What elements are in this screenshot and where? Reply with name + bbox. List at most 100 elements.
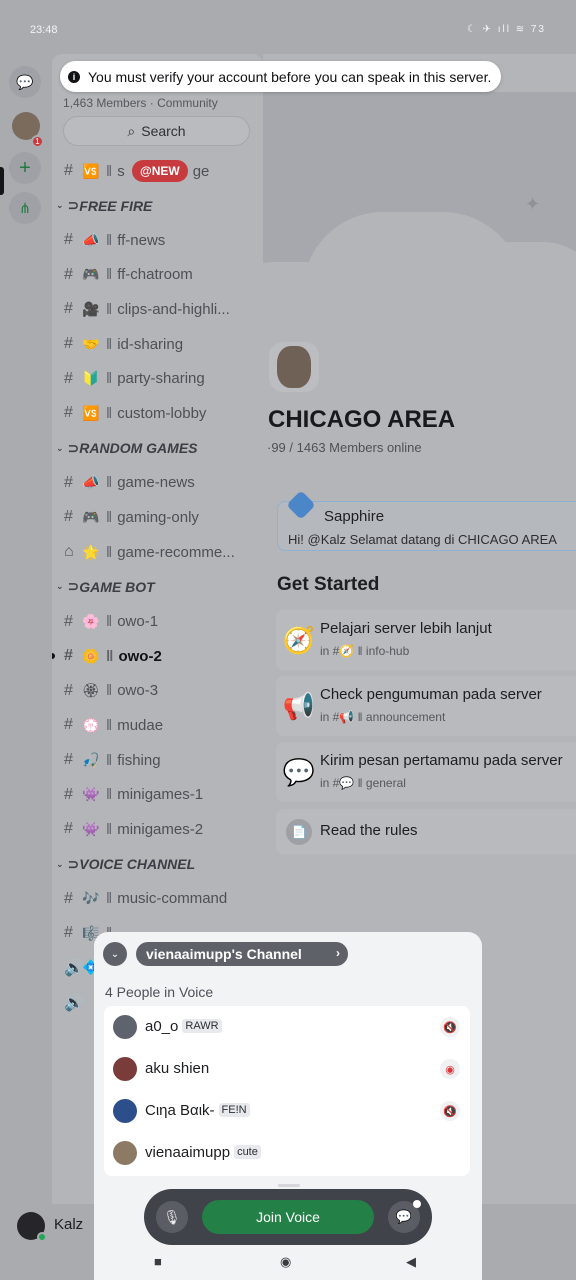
channel-row[interactable]: # 🔰 ‖ party-sharing xyxy=(52,361,263,396)
channel-name: party-sharing xyxy=(117,370,205,388)
channel-name: ff-news xyxy=(117,231,166,249)
chevron-down-icon: ⌄ xyxy=(56,858,64,869)
channel-row[interactable]: ⌂ 🌟 ‖ game-recomme... xyxy=(52,535,263,570)
voice-chat-button[interactable]: 💬 xyxy=(388,1200,421,1233)
channel-row[interactable]: # 🤝 ‖ id-sharing xyxy=(52,327,263,362)
channel-name: minigames-2 xyxy=(117,820,204,838)
channel-row[interactable]: # 🌼 ‖ owo-2 xyxy=(52,639,263,674)
chat-bubble-icon: 💬 xyxy=(16,73,34,90)
channel-row[interactable]: # 🆚 ‖ custom-lobby xyxy=(52,396,263,431)
add-server-button[interactable]: + xyxy=(9,152,41,184)
avatar xyxy=(113,1057,137,1081)
search-label: Search xyxy=(141,123,186,139)
channel-row[interactable]: # 💮 ‖ mudae xyxy=(52,708,263,743)
sapphire-message: Hi! @Kalz Selamat datang di CHICAGO AREA xyxy=(288,532,557,547)
channel-name: owo-1 xyxy=(117,613,159,631)
status-icons: ☾ ✈ ıll ≋ 73 xyxy=(466,24,546,35)
channel-type-icon: 🔊 xyxy=(64,959,84,977)
member-count-line: 1,463 Members · Community xyxy=(63,96,218,110)
search-icon: ⌕ xyxy=(127,122,136,139)
category-header[interactable]: ⌄ ⊃ GAME BOT xyxy=(52,569,263,604)
voice-participant-list: a0_o RAWR 🔇 aku shien ◉ Cιηa Bαιk- FE!N 🔇 … xyxy=(104,1006,470,1176)
onboarding-card-info[interactable]: 🧭 Pelajari server lebih lanjut in #🧭 ‖ i… xyxy=(276,610,576,670)
channel-row[interactable]: # 🌸 ‖ owo-1 xyxy=(52,604,263,639)
channel-row[interactable]: # 👾 ‖ minigames-1 xyxy=(52,777,263,812)
channel-row[interactable]: # 🏵 ‖ owo-3 xyxy=(52,674,263,709)
channel-type-icon: # xyxy=(64,889,73,907)
channel-type-icon: ⌂ xyxy=(64,543,74,561)
category-header[interactable]: ⌄ ⊃ FREE FIRE xyxy=(52,188,263,223)
collapse-button[interactable]: ⌄ xyxy=(103,942,127,966)
microphone-icon: 🎙 xyxy=(163,1208,181,1225)
deafened-icon: 🔇 xyxy=(440,1101,460,1121)
channel-name: gaming-only xyxy=(117,508,199,526)
join-voice-button[interactable]: Join Voice xyxy=(202,1200,374,1234)
channel-row[interactable]: # 🎮 ‖ ff-chatroom xyxy=(52,258,263,293)
channel-type-icon: # xyxy=(64,369,73,387)
android-nav-bar: ■ ◉ ◀ xyxy=(94,1246,482,1280)
server-rail: 💬 1 + ⋔ xyxy=(0,54,52,1204)
channel-row[interactable]: # 📣 ‖ game-news xyxy=(52,466,263,501)
avatar xyxy=(113,1141,137,1165)
get-started-heading: Get Started xyxy=(277,574,380,595)
server-icon-chicago[interactable]: 1 xyxy=(12,112,44,148)
channel-type-icon: # xyxy=(64,508,73,526)
chevron-down-icon: ⌄ xyxy=(56,581,64,592)
chat-icon: 💬 xyxy=(395,1209,413,1224)
chevron-right-icon: › xyxy=(336,946,340,960)
channel-name: mudae xyxy=(117,716,164,734)
selected-server-pill xyxy=(0,167,4,195)
onboarding-card-general[interactable]: 💬 Kirim pesan pertamamu pada server in #… xyxy=(276,742,576,802)
category-header[interactable]: ⌄ ⊃ RANDOM GAMES xyxy=(52,431,263,466)
channel-row[interactable]: # 📣 ‖ ff-news xyxy=(52,223,263,258)
verify-message: You must verify your account before you … xyxy=(88,68,492,85)
sapphire-welcome-card[interactable]: Sapphire Hi! @Kalz Selamat datang di CHI… xyxy=(277,490,576,551)
discover-button[interactable]: ⋔ xyxy=(9,192,41,224)
channel-row[interactable]: # 👾 ‖ minigames-2 xyxy=(52,812,263,847)
compass-icon: 🧭 xyxy=(282,624,316,655)
drag-handle[interactable] xyxy=(278,1184,300,1187)
recents-button[interactable]: ■ xyxy=(154,1254,162,1269)
new-messages-pill[interactable]: @NEW xyxy=(132,160,188,182)
avatar xyxy=(113,1099,137,1123)
channel-name: minigames-1 xyxy=(117,786,204,804)
channel-row[interactable]: # 🎥 ‖ clips-and-highli... xyxy=(52,292,263,327)
channel-type-icon: # xyxy=(64,924,73,942)
onboarding-card-announcement[interactable]: 📢 Check pengumuman pada server in #📢 ‖ a… xyxy=(276,676,576,736)
category-header[interactable]: ⌄ ⊃ VOICE CHANNEL xyxy=(52,847,263,882)
channel-row[interactable]: # 🎮 ‖ gaming-only xyxy=(52,500,263,535)
channel-name: game-news xyxy=(117,474,195,492)
member-count: 1,463 Members xyxy=(63,96,147,110)
server-name: CHICAGO AREA xyxy=(268,406,456,433)
voice-channel-name-button[interactable]: vienaaimupp's Channel › xyxy=(136,942,348,966)
avatar xyxy=(113,1015,137,1039)
channel-type-icon: # xyxy=(64,647,73,665)
search-button[interactable]: ⌕ Search xyxy=(63,116,250,146)
chevron-down-icon: ⌄ xyxy=(56,200,64,210)
status-time: 23:48 xyxy=(30,24,58,36)
online-status-dot xyxy=(37,1232,47,1242)
messages-button[interactable]: 💬 xyxy=(9,66,41,98)
read-rules-card[interactable]: 📄 Read the rules xyxy=(276,809,576,854)
channel-type-icon: # xyxy=(64,231,73,249)
speech-bubble-icon: 💬 xyxy=(282,756,316,787)
back-button[interactable]: ◀ xyxy=(406,1254,416,1270)
voice-participant[interactable]: Cιηa Bαιk- FE!N 🔇 xyxy=(104,1090,470,1132)
voice-participant[interactable]: aku shien ◉ xyxy=(104,1048,470,1090)
voice-participant[interactable]: a0_o RAWR 🔇 xyxy=(104,1006,470,1048)
deafened-icon: 🔇 xyxy=(440,1017,460,1037)
channel-type-icon: # xyxy=(64,751,73,769)
sapphire-name: Sapphire xyxy=(324,508,385,525)
channel-name: ff-chatroom xyxy=(117,266,193,284)
channel-row[interactable]: # 🎣 ‖ fishing xyxy=(52,743,263,778)
voice-participant[interactable]: vienaaimupp cute xyxy=(104,1132,470,1174)
channel-type-icon: # xyxy=(64,335,73,353)
channel-row[interactable]: # 🎶 ‖ music-command xyxy=(52,882,263,917)
channel-type-icon: # xyxy=(64,785,73,803)
microphone-button[interactable]: 🎙 xyxy=(156,1201,188,1233)
channel-type-icon: # xyxy=(64,473,73,491)
status-bar: 23:48 ☾ ✈ ıll ≋ 73 xyxy=(0,0,576,60)
voice-action-bar: 🎙 Join Voice 💬 xyxy=(144,1184,432,1245)
server-banner: ✦ xyxy=(263,92,576,342)
home-button[interactable]: ◉ xyxy=(280,1254,291,1270)
